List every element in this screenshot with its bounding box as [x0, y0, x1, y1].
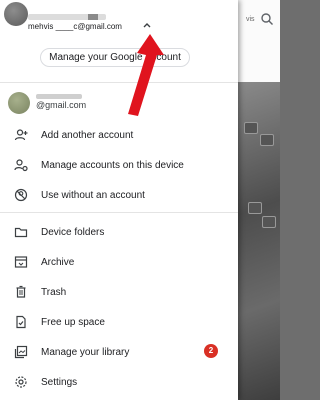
library-icon [14, 345, 28, 359]
add-another-account-item[interactable]: Add another account [0, 122, 238, 150]
keyboard-key [260, 134, 274, 146]
menu-item-label: Add another account [41, 130, 134, 141]
free-up-space-icon [16, 315, 26, 329]
menu-item-label: Trash [41, 287, 67, 298]
background-header-label: vis [246, 16, 255, 23]
no-account-icon [14, 188, 28, 202]
menu-item-label: Free up space [41, 317, 105, 328]
manage-accounts-icon [14, 159, 28, 172]
avatar [8, 92, 30, 114]
archive-item[interactable]: Archive [0, 249, 238, 277]
account-email: mehvis ____c@gmail.com [28, 22, 122, 31]
avatar[interactable] [4, 2, 28, 26]
manage-accounts-item[interactable]: Manage accounts on this device [0, 152, 238, 180]
other-account-item[interactable]: @gmail.com [0, 90, 238, 118]
other-account-email: @gmail.com [36, 100, 87, 110]
trash-icon [16, 285, 26, 298]
keyboard-key [262, 216, 276, 228]
divider [0, 82, 238, 83]
gear-icon [15, 376, 27, 388]
background-photo [238, 82, 280, 400]
redacted-name [36, 94, 82, 99]
menu-item-label: Manage accounts on this device [41, 160, 184, 171]
menu-item-label: Archive [41, 257, 75, 268]
archive-icon [14, 256, 28, 268]
settings-item[interactable]: Settings [0, 369, 238, 397]
chevron-up-icon[interactable] [142, 20, 152, 30]
keyboard-key [248, 202, 262, 214]
keyboard-key [244, 122, 258, 134]
menu-item-label: Use without an account [41, 190, 145, 201]
free-up-space-item[interactable]: Free up space [0, 309, 238, 337]
trash-item[interactable]: Trash [0, 279, 238, 307]
menu-item-label: Settings [41, 377, 78, 388]
manage-google-account-button[interactable]: Manage your Google Account [40, 48, 190, 67]
menu-item-label: Manage your library [41, 347, 130, 358]
search-icon [261, 13, 273, 25]
use-without-account-item[interactable]: Use without an account [0, 182, 238, 210]
manage-library-item[interactable]: Manage your library 2 [0, 339, 238, 367]
background-header: vis [238, 0, 280, 82]
background-app: vis [238, 0, 280, 400]
divider [0, 212, 238, 213]
add-person-icon [14, 129, 28, 141]
menu-item-label: Device folders [41, 227, 105, 238]
notification-badge: 2 [204, 344, 218, 358]
navigation-drawer: mehvis ____c@gmail.com Manage your Googl… [0, 0, 238, 400]
redacted-mark [88, 14, 98, 20]
current-account[interactable]: mehvis ____c@gmail.com [0, 0, 238, 42]
device-folders-item[interactable]: Device folders [0, 219, 238, 247]
folder-icon [14, 227, 28, 238]
